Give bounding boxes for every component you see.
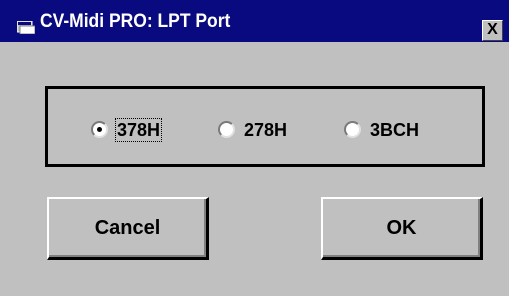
cancel-button[interactable]: Cancel — [47, 197, 209, 260]
lpt-port-dialog: CV-Midi PRO: LPT Port X 378H 278H 3BCH C… — [0, 0, 509, 296]
ok-button[interactable]: OK — [321, 197, 483, 260]
close-icon: X — [487, 21, 498, 38]
window-title: CV-Midi PRO: LPT Port — [40, 11, 231, 32]
radio-button-selected[interactable] — [91, 121, 108, 138]
port-option-label: 378H — [115, 118, 163, 142]
port-options-group: 378H 278H 3BCH — [45, 86, 485, 167]
radio-button[interactable] — [218, 121, 235, 138]
port-option-label: 278H — [244, 120, 288, 140]
radio-dot — [97, 127, 102, 132]
close-button[interactable]: X — [482, 20, 503, 41]
title-bar[interactable]: CV-Midi PRO: LPT Port X — [0, 0, 509, 42]
radio-button[interactable] — [344, 121, 361, 138]
port-option-label: 3BCH — [370, 120, 420, 140]
app-window-icon — [17, 21, 35, 34]
